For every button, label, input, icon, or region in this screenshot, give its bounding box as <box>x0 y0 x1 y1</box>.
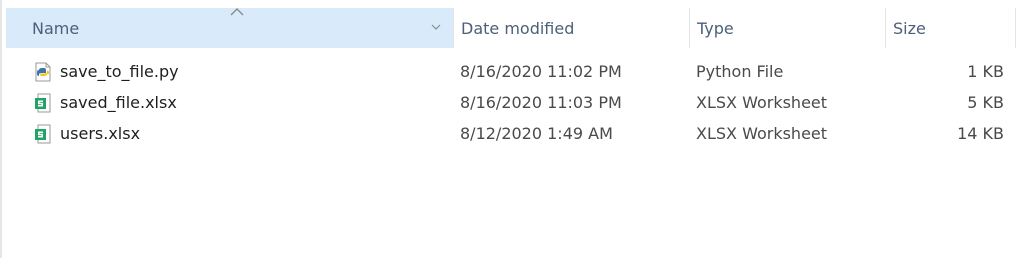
file-size-cell: 1 KB <box>967 62 1004 81</box>
column-header-date-label: Date modified <box>461 18 575 38</box>
file-type-cell: XLSX Worksheet <box>696 93 828 112</box>
file-date-cell: 8/12/2020 1:49 AM <box>460 124 613 143</box>
file-size-cell: 14 KB <box>957 124 1004 143</box>
file-name-cell[interactable]: saved_file.xlsx <box>34 87 177 118</box>
chevron-down-icon[interactable] <box>430 22 442 32</box>
sort-ascending-icon <box>230 8 244 16</box>
file-type-cell: XLSX Worksheet <box>696 124 828 143</box>
xlsx-file-icon <box>35 124 51 143</box>
file-row[interactable]: saved_file.xlsx 8/16/2020 11:03 PM XLSX … <box>4 87 1016 118</box>
file-explorer-details-view: Name Date modified Type Size save_to_fil… <box>0 0 1024 258</box>
file-name: save_to_file.py <box>60 62 179 81</box>
file-list: save_to_file.py 8/16/2020 11:02 PM Pytho… <box>4 56 1016 149</box>
file-name-cell[interactable]: users.xlsx <box>34 118 140 149</box>
column-header-name-label: Name <box>32 18 80 38</box>
file-row[interactable]: users.xlsx 8/12/2020 1:49 AM XLSX Worksh… <box>4 118 1016 149</box>
file-date-cell: 8/16/2020 11:02 PM <box>460 62 622 81</box>
column-header-date-modified[interactable]: Date modified <box>454 8 691 48</box>
file-row[interactable]: save_to_file.py 8/16/2020 11:02 PM Pytho… <box>4 56 1016 87</box>
xlsx-file-icon <box>35 93 51 112</box>
column-header-row: Name Date modified Type Size <box>4 8 1016 48</box>
file-date-cell: 8/16/2020 11:03 PM <box>460 93 622 112</box>
column-header-size[interactable]: Size <box>886 8 1016 48</box>
file-size-cell: 5 KB <box>967 93 1004 112</box>
left-edge-divider <box>0 0 2 258</box>
file-name-cell[interactable]: save_to_file.py <box>34 56 179 87</box>
column-header-type-label: Type <box>697 18 734 38</box>
column-header-size-label: Size <box>893 18 926 38</box>
file-name: users.xlsx <box>60 124 141 143</box>
python-file-icon <box>35 62 51 81</box>
column-divider[interactable] <box>1015 8 1016 48</box>
column-header-type[interactable]: Type <box>690 8 887 48</box>
file-name: saved_file.xlsx <box>60 93 177 112</box>
file-type-cell: Python File <box>696 62 784 81</box>
